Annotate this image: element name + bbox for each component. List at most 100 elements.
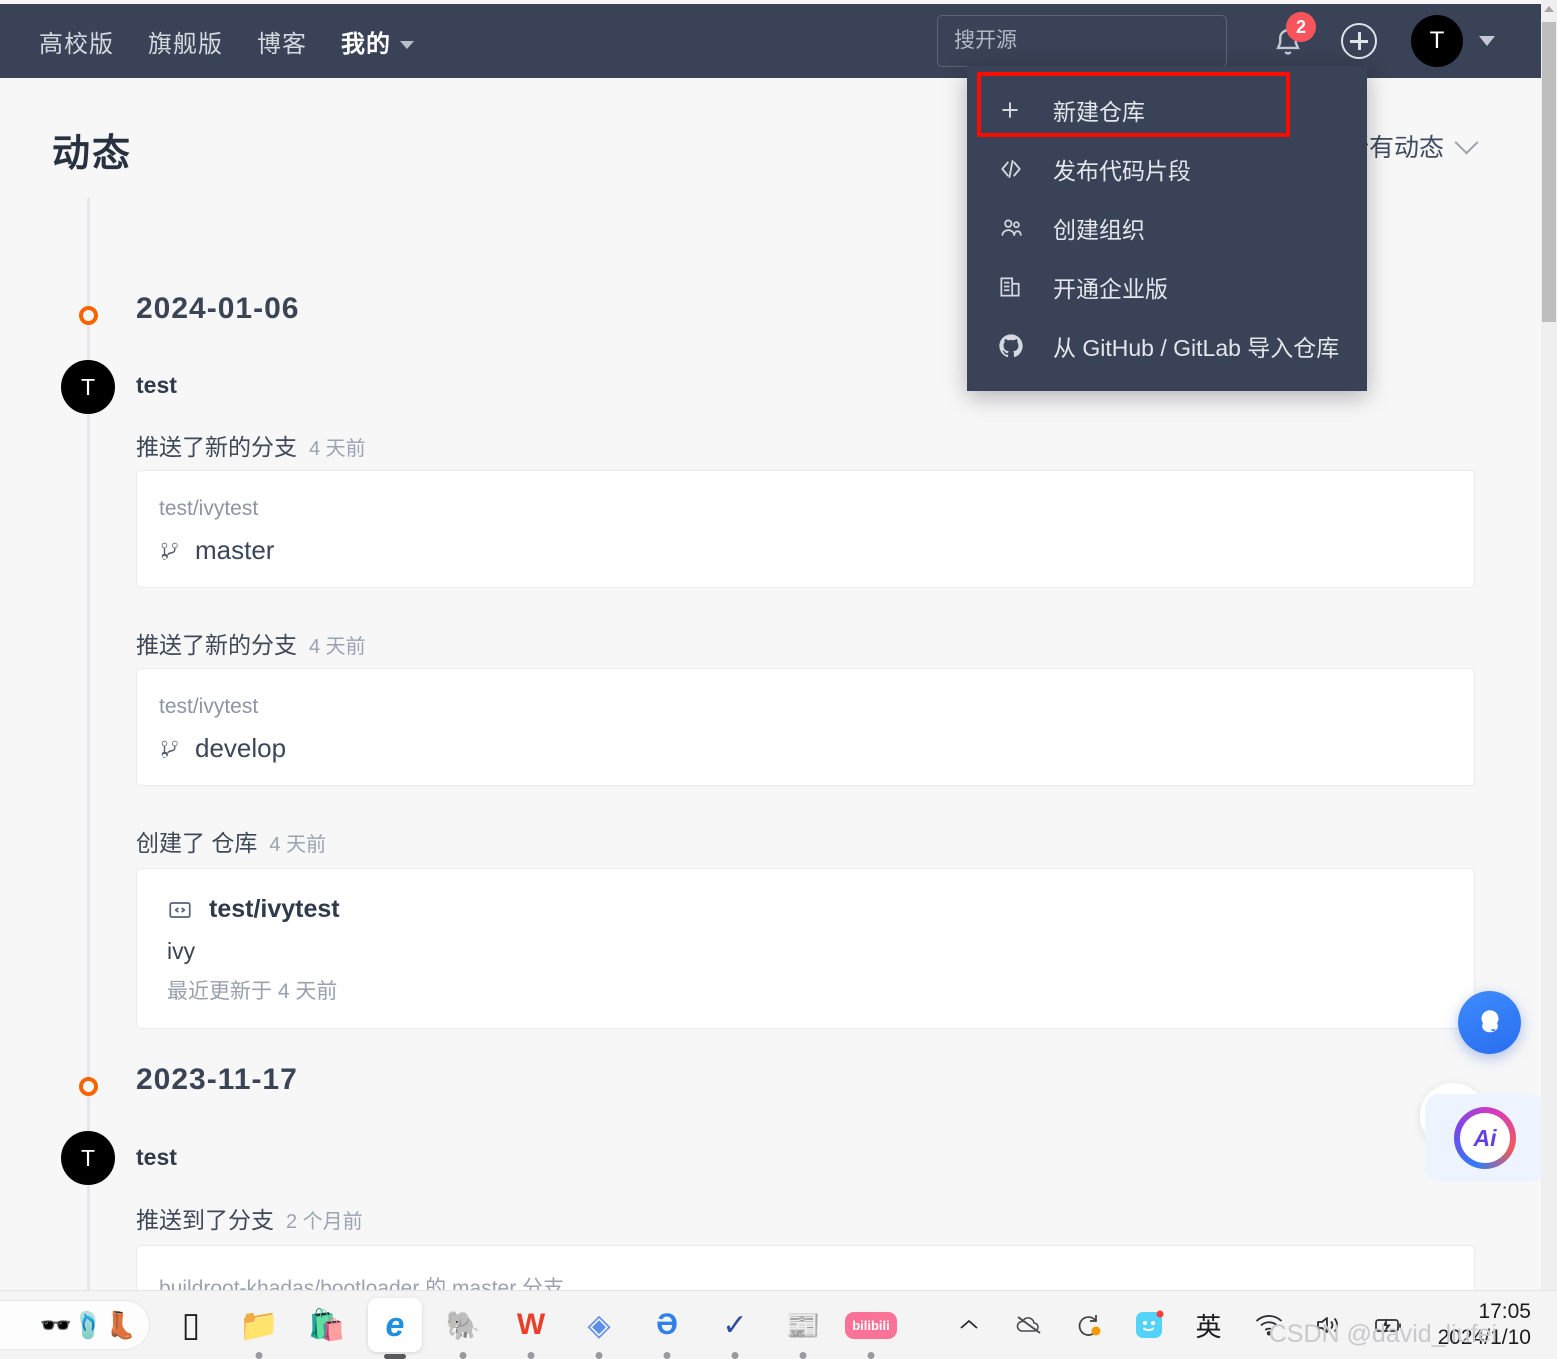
taskbar-app-lenovo[interactable]: ▯ xyxy=(164,1298,218,1352)
tray-onedrive-paused[interactable] xyxy=(1012,1308,1046,1342)
avatar[interactable]: T xyxy=(61,1131,115,1185)
menu-item-import-repository[interactable]: 从 GitHub / GitLab 导入仓库 xyxy=(967,316,1367,375)
git-branch-icon xyxy=(161,542,178,560)
nav-link-blog[interactable]: 博客 xyxy=(240,24,324,59)
activity-action-line: 推送到了分支 2 个月前 xyxy=(136,1201,363,1235)
activity-actor-name[interactable]: test xyxy=(136,372,177,399)
running-indicator xyxy=(527,1352,535,1359)
xmind-icon: ✓ xyxy=(722,1308,748,1342)
taskbar-app-eudic[interactable]: Ə xyxy=(640,1298,694,1359)
battery-charging-icon xyxy=(1374,1318,1401,1333)
tray-overflow-button[interactable] xyxy=(952,1308,986,1342)
bilibili-icon: bilibili xyxy=(845,1311,897,1339)
nav-link-mine[interactable]: 我的 xyxy=(324,24,431,59)
activity-card-repository[interactable]: test/ivytest ivy 最近更新于 4 天前 xyxy=(136,868,1475,1029)
menu-item-create-organization-label: 创建组织 xyxy=(1053,216,1145,243)
git-branch-icon xyxy=(161,740,178,758)
active-indicator xyxy=(384,1354,406,1359)
card-branch-name[interactable]: master xyxy=(195,535,274,566)
nav-link-qijian[interactable]: 旗舰版 xyxy=(131,24,240,59)
menu-item-new-repository[interactable]: 新建仓库 xyxy=(967,80,1367,139)
taskbar-app-edge[interactable]: e xyxy=(368,1298,422,1359)
timeline-date-marker xyxy=(79,306,98,325)
taskbar-app-evernote[interactable]: 🐘 xyxy=(436,1298,490,1359)
card-repo-updated: 最近更新于 4 天前 xyxy=(167,980,338,1003)
running-indicator xyxy=(663,1352,671,1359)
activity-card-branch[interactable]: test/ivytest master xyxy=(136,470,1475,588)
windows-taskbar: 🕶️🩴👢 ▯ 📁 🛍️ e 🐘 W ◈ Ə ✓ 📰 bilibili 英 17:… xyxy=(0,1290,1557,1359)
activity-actor-name[interactable]: test xyxy=(136,1144,177,1171)
chevron-down-icon xyxy=(1454,129,1479,155)
activity-card-branch[interactable]: test/ivytest develop xyxy=(136,668,1475,786)
menu-item-create-organization[interactable]: 创建组织 xyxy=(967,198,1367,257)
avatar[interactable]: T xyxy=(61,360,115,414)
cloud-offline-icon xyxy=(1016,1316,1041,1334)
customer-service-fab[interactable] xyxy=(1458,991,1521,1054)
avatar[interactable]: T xyxy=(1411,15,1463,67)
taskbar-app-bilibili[interactable]: bilibili xyxy=(844,1298,898,1359)
ai-assistant-fab[interactable]: Ai xyxy=(1425,1094,1545,1182)
building-icon xyxy=(997,274,1031,300)
eudic-icon: Ə xyxy=(656,1308,678,1341)
search-input[interactable] xyxy=(937,15,1227,67)
timeline-date-label: 2024-01-06 xyxy=(136,292,300,325)
notifications-button[interactable]: 2 xyxy=(1269,12,1316,63)
card-repo-path[interactable]: test/ivytest xyxy=(137,471,1474,521)
taskbar-clock[interactable]: 17:05 2024/1/10 xyxy=(1438,1299,1531,1352)
card-repo-row[interactable]: test/ivytest xyxy=(137,869,1474,924)
nav-link-gaoxiao[interactable]: 高校版 xyxy=(22,24,131,59)
folder-icon: 📁 xyxy=(239,1307,279,1343)
evernote-icon: 🐘 xyxy=(445,1309,481,1341)
card-branch-row[interactable]: develop xyxy=(137,719,1474,764)
ai-icon: Ai xyxy=(1454,1107,1516,1169)
running-indicator xyxy=(799,1352,807,1359)
taskbar-app-microsoft-store[interactable]: 🛍️ xyxy=(300,1298,354,1352)
scrollbar-thumb[interactable] xyxy=(1542,22,1556,322)
chevron-up-icon xyxy=(960,1319,978,1329)
menu-item-publish-snippet[interactable]: 发布代码片段 xyxy=(967,139,1367,198)
card-commit-branch-line[interactable]: buildroot-khadas/bootloader 的 master 分支 xyxy=(137,1246,1474,1290)
activity-timestamp: 2 个月前 xyxy=(286,1211,363,1233)
taskbar-app-xmind[interactable]: ✓ xyxy=(708,1298,762,1359)
activity-action-line: 推送了新的分支 4 天前 xyxy=(136,626,366,660)
tray-battery-charging[interactable] xyxy=(1372,1308,1406,1342)
card-branch-row[interactable]: master xyxy=(137,521,1474,566)
activity-card-commit[interactable]: buildroot-khadas/bootloader 的 master 分支 … xyxy=(136,1245,1475,1290)
create-new-dropdown-menu: 新建仓库 发布代码片段 创建组织 开通企业版 从 GitHub / GitLab… xyxy=(967,66,1367,391)
avatar-chevron-down-icon[interactable] xyxy=(1479,36,1495,46)
weather-widget[interactable]: 🕶️🩴👢 xyxy=(0,1300,150,1350)
store-icon: 🛍️ xyxy=(308,1308,346,1342)
tray-qq-messenger[interactable] xyxy=(1132,1308,1166,1342)
taskbar-app-diagram[interactable]: ◈ xyxy=(572,1298,626,1359)
notification-badge: 2 xyxy=(1286,12,1316,42)
tray-ime-indicator[interactable]: 英 xyxy=(1192,1308,1226,1342)
timeline-date-marker xyxy=(79,1077,98,1096)
taskbar-app-file-explorer[interactable]: 📁 xyxy=(232,1298,286,1359)
nav-link-mine-label: 我的 xyxy=(341,30,391,58)
sync-icon xyxy=(1078,1315,1101,1336)
card-repo-path[interactable]: test/ivytest xyxy=(137,669,1474,719)
running-indicator xyxy=(255,1352,263,1359)
clock-date: 2024/1/10 xyxy=(1437,1326,1531,1349)
menu-item-enterprise-label: 开通企业版 xyxy=(1053,275,1168,302)
page-scrollbar[interactable] xyxy=(1541,0,1557,1290)
wps-icon: W xyxy=(516,1308,546,1341)
tray-wifi[interactable] xyxy=(1252,1308,1286,1342)
card-repo-name[interactable]: test/ivytest xyxy=(209,895,340,924)
scroll-up-button[interactable] xyxy=(1541,0,1557,18)
taskbar-app-pdf-reader[interactable]: 📰 xyxy=(776,1298,830,1359)
tray-sync-update[interactable] xyxy=(1072,1308,1106,1342)
menu-item-publish-snippet-label: 发布代码片段 xyxy=(1053,157,1191,184)
running-indicator xyxy=(867,1352,875,1359)
activity-action-text: 推送了新的分支 xyxy=(136,632,297,658)
create-new-button[interactable] xyxy=(1341,23,1377,59)
weather-widget-emoji: 🕶️🩴👢 xyxy=(39,1309,137,1340)
timeline-date-label: 2023-11-17 xyxy=(136,1063,298,1096)
taskbar-app-wps[interactable]: W xyxy=(504,1298,558,1359)
ai-label: Ai xyxy=(1460,1113,1510,1163)
card-branch-name[interactable]: develop xyxy=(195,733,286,764)
system-tray: 英 17:05 2024/1/10 CSDN @david_liufei xyxy=(952,1299,1557,1352)
tray-volume[interactable] xyxy=(1312,1308,1346,1342)
people-icon xyxy=(997,215,1031,241)
menu-item-enterprise[interactable]: 开通企业版 xyxy=(967,257,1367,316)
